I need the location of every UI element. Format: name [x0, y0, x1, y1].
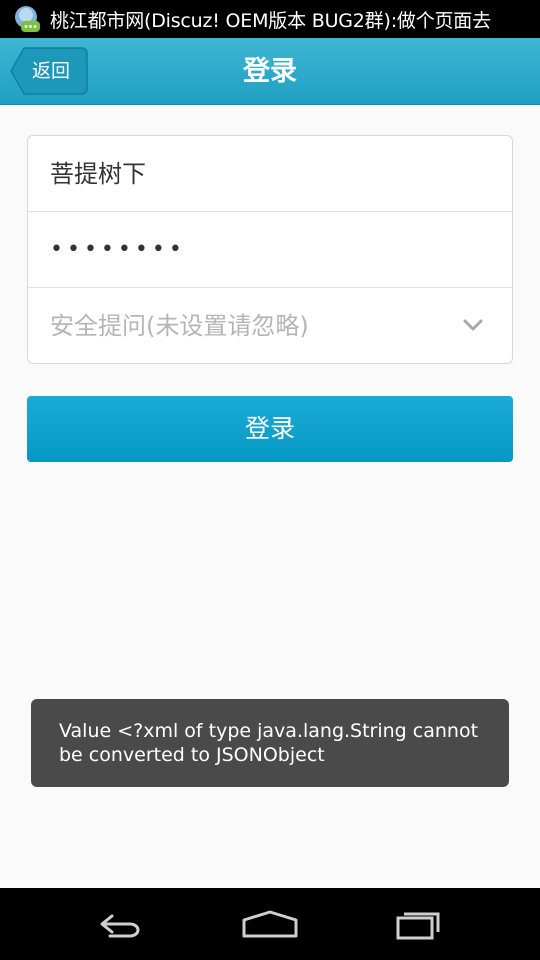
notification-text: 桃江都市网(Discuz! OEM版本 BUG2群):做个页面去 [50, 9, 491, 32]
error-toast: Value <?xml of type java.lang.String can… [31, 699, 509, 787]
login-button[interactable]: 登录 [27, 396, 513, 462]
username-field[interactable]: 菩提树下 [50, 136, 470, 212]
nav-back-icon [100, 914, 140, 938]
chevron-down-icon [463, 319, 483, 331]
nav-recent-apps-button[interactable] [380, 902, 460, 946]
status-bar: 桃江都市网(Discuz! OEM版本 BUG2群):做个页面去 [0, 0, 540, 38]
back-button-label: 返回 [32, 60, 71, 82]
system-nav-bar [0, 888, 540, 960]
message-app-icon [12, 4, 42, 34]
password-row: •••••••• [28, 212, 512, 288]
username-row: 菩提树下 [28, 136, 512, 212]
title-bar: 返回 登录 [0, 38, 540, 105]
nav-home-icon [242, 910, 298, 938]
nav-home-button[interactable] [230, 902, 310, 946]
security-question-select[interactable]: 安全提问(未设置请忽略) [28, 288, 512, 364]
nav-back-button[interactable] [80, 902, 160, 946]
nav-recent-apps-icon [396, 912, 440, 940]
password-field[interactable]: •••••••• [50, 212, 470, 288]
login-form: 菩提树下 •••••••• 安全提问(未设置请忽略) [27, 135, 513, 364]
back-button[interactable]: 返回 [10, 47, 88, 95]
security-question-placeholder: 安全提问(未设置请忽略) [50, 312, 309, 340]
toast-message: Value <?xml of type java.lang.String can… [59, 720, 479, 766]
